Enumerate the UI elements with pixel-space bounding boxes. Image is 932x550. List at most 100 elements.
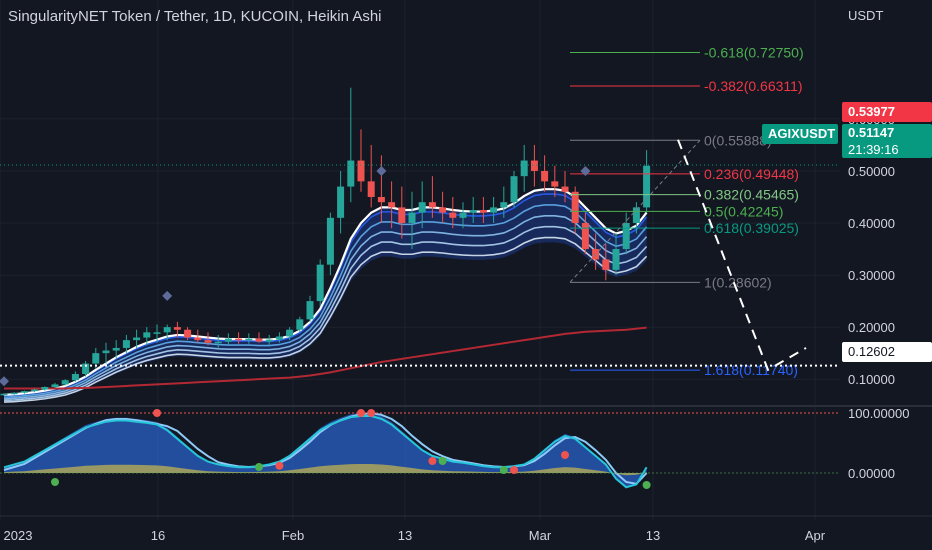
candle-body xyxy=(61,380,69,385)
candle-body xyxy=(439,207,447,213)
oscillator-dot xyxy=(561,451,569,459)
candle-body xyxy=(643,165,651,208)
candle-body xyxy=(296,319,304,330)
candle-body xyxy=(581,223,589,250)
oscillator-dot xyxy=(153,409,161,417)
candle-body xyxy=(255,338,263,342)
candle-body xyxy=(602,259,610,270)
marker-price-tag: 0.12602 xyxy=(842,342,932,362)
candle-body xyxy=(112,347,120,351)
candle-body xyxy=(163,327,171,333)
candle-body xyxy=(612,249,620,270)
candle-body xyxy=(367,181,375,197)
candle-body xyxy=(326,217,334,265)
last-close-tag: 0.53977 xyxy=(842,102,932,122)
candle-body xyxy=(459,212,467,218)
candle-body xyxy=(204,340,212,343)
candle-body xyxy=(377,196,385,203)
candle-body xyxy=(469,210,477,213)
candle-body xyxy=(0,393,8,396)
candle-body xyxy=(479,210,487,213)
candle-body xyxy=(235,338,243,341)
candle-body xyxy=(184,329,192,338)
fib-level-label: 1.618(0.11740) xyxy=(704,362,798,378)
candle-body xyxy=(337,186,345,218)
candle-body xyxy=(418,202,426,213)
fib-level-label: -0.618(0.72750) xyxy=(704,45,804,61)
candle-body xyxy=(316,264,324,302)
candle-body xyxy=(306,301,314,320)
time-axis-tick: 13 xyxy=(398,528,412,543)
fib-level-label: -0.382(0.66311) xyxy=(704,78,803,94)
price-axis-unit: USDT xyxy=(848,8,883,23)
time-axis-tick: 13 xyxy=(646,528,660,543)
price-axis-tick: 0.20000 xyxy=(848,320,895,335)
candle-body xyxy=(510,176,518,203)
price-tag: 0.51147 21:39:16 xyxy=(842,124,932,158)
candle-body xyxy=(214,341,222,344)
candle-body xyxy=(31,389,39,392)
fib-level-label: 0.382(0.45465) xyxy=(704,187,799,203)
price-axis-tick: 0.30000 xyxy=(848,268,895,283)
price-value: 0.51147 xyxy=(848,125,895,140)
oscillator-dot xyxy=(499,466,508,474)
time-axis-tick: Mar xyxy=(529,528,552,543)
candle-body xyxy=(10,392,18,395)
oscillator-dot xyxy=(642,481,651,489)
candle-body xyxy=(245,338,253,341)
candle-body xyxy=(194,337,202,341)
fib-level-label: 0.5(0.42245) xyxy=(704,203,783,219)
candle-body xyxy=(428,202,436,208)
chart-canvas[interactable]: -0.618(0.72750)-0.382(0.66311)0(0.55888)… xyxy=(0,0,932,550)
countdown-value: 21:39:16 xyxy=(848,142,899,157)
candle-body xyxy=(561,186,569,192)
candle-body xyxy=(551,181,559,187)
candle-body xyxy=(71,373,79,381)
candle-body xyxy=(173,327,181,330)
candle-body xyxy=(388,202,396,208)
price-axis-tick: 0.40000 xyxy=(848,216,895,231)
time-axis-tick: Feb xyxy=(282,528,304,543)
candle-body xyxy=(408,212,416,224)
candle-body xyxy=(102,350,110,354)
candle-body xyxy=(41,386,49,390)
candle-body xyxy=(133,337,141,341)
candle-body xyxy=(500,202,508,208)
osc-axis-tick: 0.00000 xyxy=(848,466,895,481)
oscillator-dot xyxy=(357,409,365,417)
candle-body xyxy=(622,223,630,250)
candle-body xyxy=(286,329,294,337)
fib-level-label: 1(0.28602) xyxy=(704,274,772,290)
oscillator-dot xyxy=(428,457,437,465)
time-axis-tick: 16 xyxy=(151,528,165,543)
price-axis-tick: 0.50000 xyxy=(848,164,895,179)
oscillator-dot xyxy=(255,463,263,471)
candle-body xyxy=(347,160,355,187)
price-axis-tick: 0.10000 xyxy=(848,372,895,387)
fib-level-label: 0.236(0.49448) xyxy=(704,166,799,182)
candle-body xyxy=(51,384,59,387)
oscillator-dot xyxy=(367,409,376,417)
oscillator-dot xyxy=(51,478,59,486)
candle-body xyxy=(398,207,406,224)
candle-body xyxy=(265,339,273,342)
candle-body xyxy=(357,160,365,182)
oscillator-dot xyxy=(275,461,284,470)
osc-axis-tick: 100.00000 xyxy=(848,406,909,421)
candle-body xyxy=(449,212,457,218)
candle-body xyxy=(541,170,549,182)
chart-title: SingularityNET Token / Tether, 1D, KUCOI… xyxy=(8,8,382,25)
time-axis-tick: 2023 xyxy=(4,528,33,543)
candle-body xyxy=(520,160,528,177)
candle-body xyxy=(92,353,100,364)
candle-body xyxy=(153,332,161,334)
candle-body xyxy=(571,191,579,224)
symbol-tag[interactable]: AGIXUSDT xyxy=(762,124,838,144)
candle-body xyxy=(490,207,498,213)
candle-body xyxy=(122,340,130,348)
oscillator-dot xyxy=(510,466,518,474)
candle-body xyxy=(20,391,28,393)
candle-body xyxy=(224,338,232,342)
candle-body xyxy=(143,332,151,338)
oscillator-dot xyxy=(438,457,447,465)
